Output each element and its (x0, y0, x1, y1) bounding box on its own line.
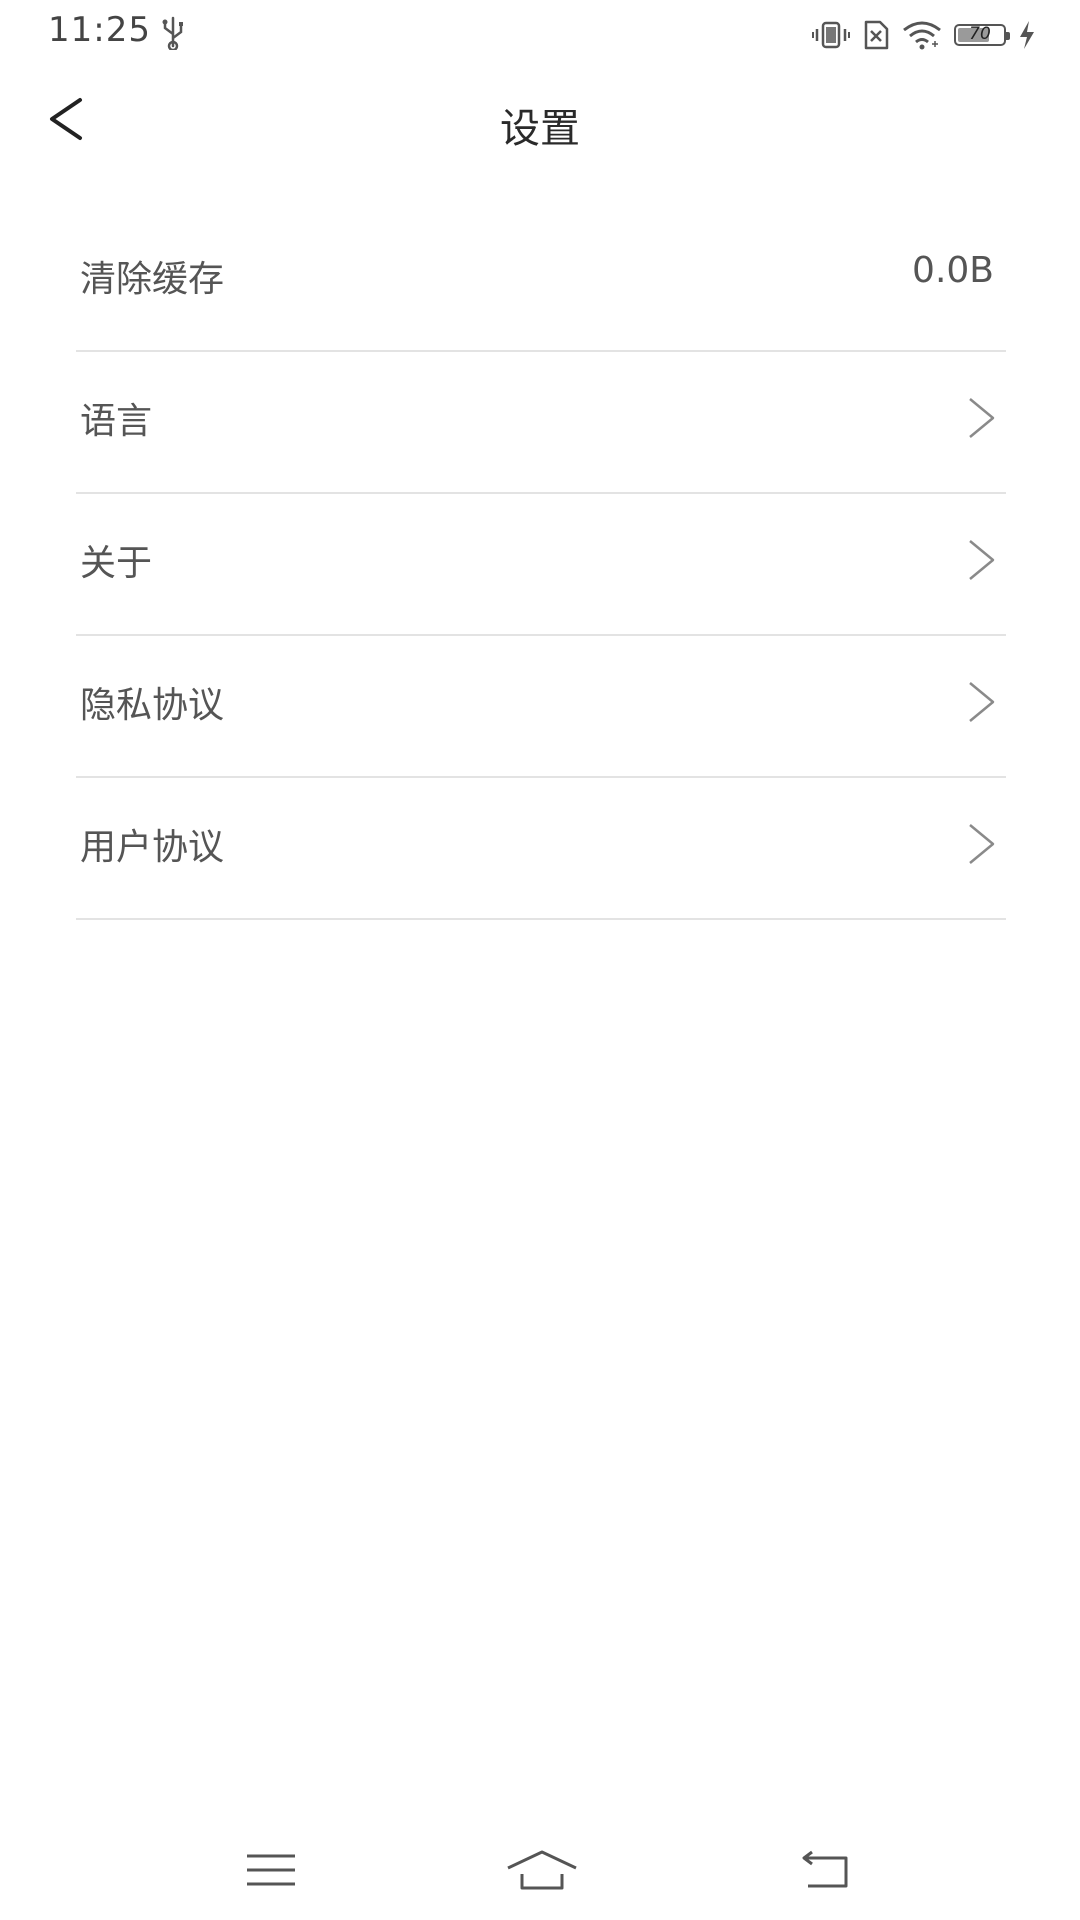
status-icons: 70 (812, 18, 1036, 52)
settings-list: 清除缓存 0.0B 语言 关于 隐私协议 用户协议 (76, 210, 1006, 920)
row-label: 关于 (80, 543, 153, 584)
chevron-right-icon (969, 682, 995, 722)
chevron-right-icon (969, 540, 995, 580)
cache-size-value: 0.0B (912, 250, 994, 291)
row-label: 语言 (80, 401, 153, 442)
chevron-right-icon (969, 398, 995, 438)
page-title: 设置 (500, 106, 580, 152)
status-bar: 11:25 70 (0, 0, 1080, 66)
system-nav-bar (0, 1830, 1080, 1920)
settings-row-language[interactable]: 语言 (76, 352, 1006, 494)
status-time: 11:25 (48, 10, 151, 50)
settings-row-privacy-policy[interactable]: 隐私协议 (76, 636, 1006, 778)
battery-tip (1006, 32, 1010, 40)
battery-level: 70 (969, 24, 991, 44)
charging-icon (1020, 21, 1034, 49)
row-label: 用户协议 (80, 827, 225, 868)
settings-row-user-agreement[interactable]: 用户协议 (76, 778, 1006, 920)
home-icon[interactable] (502, 1840, 582, 1900)
settings-row-about[interactable]: 关于 (76, 494, 1006, 636)
wifi-icon (903, 21, 941, 50)
vibrate-icon (812, 21, 850, 49)
chevron-right-icon (969, 824, 995, 864)
row-label: 隐私协议 (80, 685, 225, 726)
settings-row-clear-cache[interactable]: 清除缓存 0.0B (76, 210, 1006, 352)
row-label: 清除缓存 (80, 259, 225, 300)
back-icon[interactable] (786, 1840, 866, 1900)
battery-icon: 70 (954, 24, 1010, 46)
usb-icon (162, 16, 183, 50)
no-sim-icon (864, 20, 889, 50)
menu-icon[interactable] (231, 1840, 311, 1900)
app-header: 设置 (0, 66, 1080, 176)
